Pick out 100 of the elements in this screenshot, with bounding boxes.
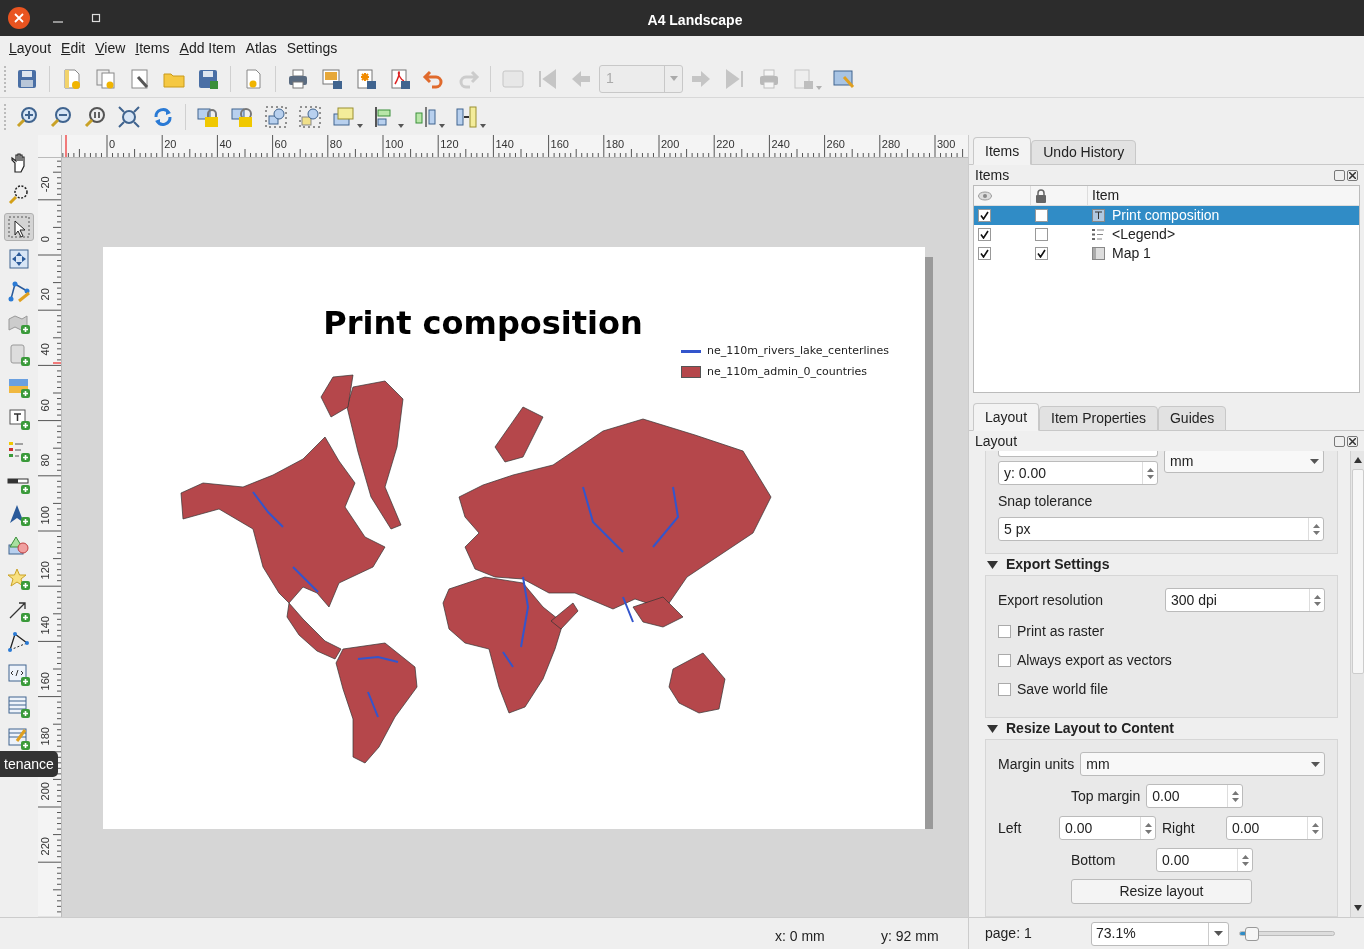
checkbox[interactable]: [998, 653, 1011, 667]
caret-icon: [357, 123, 363, 128]
field-label: Left: [998, 818, 1023, 838]
spin-arrows-icon[interactable]: [1308, 518, 1323, 540]
scrollbar[interactable]: [1350, 451, 1364, 917]
close-button[interactable]: [1347, 435, 1358, 447]
caret-icon: [439, 123, 445, 128]
magnifier-icon: [7, 183, 31, 207]
spin-arrows-icon[interactable]: [1309, 589, 1324, 611]
menu-item[interactable]: Settings: [281, 37, 343, 59]
checkbox[interactable]: [998, 624, 1011, 638]
scroll-down-icon[interactable]: [1353, 905, 1362, 911]
bottom-margin-field[interactable]: 0.00: [1156, 848, 1253, 872]
margin-units-dropdown[interactable]: mm: [1080, 752, 1325, 776]
add-html-icon: [7, 663, 31, 687]
close-button[interactable]: [1347, 169, 1358, 181]
ruler-label: 180: [38, 725, 52, 748]
minimize-icon: [53, 21, 63, 23]
float-icon[interactable]: [1334, 435, 1345, 447]
maximize-icon: [91, 13, 101, 23]
checkbox[interactable]: [998, 682, 1011, 696]
distribute-icon: [414, 104, 438, 129]
lock-checkbox[interactable]: [1035, 247, 1048, 260]
input-field[interactable]: [998, 451, 1158, 457]
ungroup-shapes-icon: [298, 104, 322, 129]
scrollbar-thumb[interactable]: [1351, 469, 1364, 674]
caret-icon: [1309, 458, 1319, 464]
cursor-x-label: x: 0 mm: [775, 927, 825, 946]
resolution-field[interactable]: 300 dpi: [1165, 588, 1325, 612]
node-edit-icon: [7, 279, 31, 303]
field-label: Bottom: [1071, 850, 1117, 870]
menu-item[interactable]: Atlas: [240, 37, 282, 59]
checkmark-icon: [1037, 249, 1046, 258]
top-margin-field[interactable]: 0.00: [1146, 784, 1244, 808]
left-margin-field[interactable]: 0.00: [1059, 816, 1156, 840]
page-label: page: 1: [985, 924, 1033, 943]
menu-item[interactable]: Add Item: [174, 37, 241, 59]
item-label: <Legend>: [1112, 225, 1176, 244]
expander-icon[interactable]: [987, 560, 998, 569]
panel-tab[interactable]: Layout: [973, 403, 1040, 431]
close-button[interactable]: [8, 7, 30, 29]
ruler-label: 220: [38, 836, 52, 858]
add-star-icon: [7, 567, 31, 591]
section-header: Export Settings: [1006, 555, 1110, 574]
visibility-checkbox[interactable]: [978, 247, 991, 260]
scroll-up-icon[interactable]: [1353, 457, 1362, 463]
pointer-icon: [7, 215, 31, 239]
legend-item-icon: [1092, 228, 1105, 241]
panel-tab[interactable]: Item Properties: [1039, 406, 1158, 431]
snap-tolerance-field[interactable]: 5 px: [998, 517, 1324, 541]
caret-icon: [1214, 931, 1223, 936]
padlock-icon: [1035, 188, 1047, 203]
tree-row[interactable]: Print composition: [974, 206, 1359, 225]
spin-arrows-icon[interactable]: [1140, 817, 1155, 839]
checkbox-label: Save world file: [1017, 679, 1109, 699]
lock-checkbox[interactable]: [1035, 209, 1048, 222]
menu-item[interactable]: Items: [130, 37, 175, 59]
menu-item[interactable]: Layout: [4, 37, 57, 59]
float-icon[interactable]: [1334, 169, 1345, 181]
add-scroll-icon: [7, 343, 31, 367]
tree-row[interactable]: Map 1: [974, 244, 1359, 263]
field-label: Snap tolerance: [998, 492, 1094, 511]
spin-arrows-icon[interactable]: [1142, 462, 1157, 484]
zoom-slider[interactable]: [1239, 925, 1337, 942]
visibility-checkbox[interactable]: [978, 228, 991, 241]
map-item-icon: [1092, 247, 1105, 260]
zoom-dropdown[interactable]: 73.1%: [1091, 921, 1229, 946]
ruler-label: 60: [274, 137, 287, 152]
tooltip: tenance: [0, 751, 58, 777]
printer-icon: [757, 66, 781, 91]
checkmark-icon: [980, 230, 989, 239]
add-north-arrow-icon: [7, 503, 31, 527]
zoom-out-icon: [49, 104, 73, 129]
close-icon: [14, 13, 24, 23]
pdf-document-icon: [388, 66, 412, 91]
pointer-tool-button[interactable]: [4, 213, 34, 241]
tree-row[interactable]: <Legend>: [974, 225, 1359, 244]
units-dropdown[interactable]: mm: [1164, 451, 1324, 473]
menu-item[interactable]: View: [90, 37, 131, 59]
spin-arrows-icon[interactable]: [1307, 817, 1322, 839]
menu-item[interactable]: Edit: [56, 37, 91, 59]
ruler-label: 280: [881, 137, 901, 152]
resize-layout-button[interactable]: Resize layout: [1071, 879, 1252, 904]
panel-tab[interactable]: Items: [973, 137, 1032, 165]
ruler-label: 80: [329, 137, 343, 152]
visibility-checkbox[interactable]: [978, 209, 991, 222]
item-label: Print composition: [1112, 206, 1220, 225]
slider-thumb[interactable]: [1244, 927, 1259, 941]
dock-title: Items: [975, 165, 1011, 185]
y-offset-field[interactable]: y: 0.00: [998, 461, 1158, 485]
ruler-label: 120: [440, 137, 459, 152]
expander-icon[interactable]: [987, 724, 998, 733]
ruler-label: 120: [38, 560, 52, 582]
panel-tab[interactable]: Undo History: [1031, 140, 1137, 165]
stacked-rectangles-icon: [332, 104, 356, 129]
right-margin-field[interactable]: 0.00: [1226, 816, 1323, 840]
spin-arrows-icon[interactable]: [1237, 849, 1252, 871]
panel-tab[interactable]: Guides: [1158, 406, 1227, 431]
move-content-icon: [7, 247, 31, 271]
lock-checkbox[interactable]: [1035, 228, 1048, 241]
